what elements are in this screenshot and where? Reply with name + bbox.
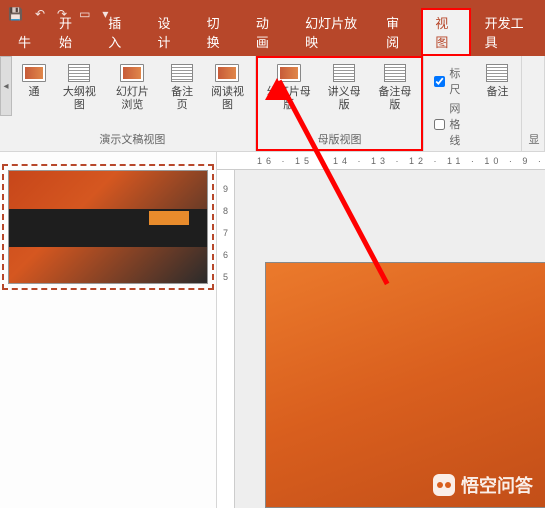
thumbnail-pane[interactable] (0, 152, 217, 508)
tab-animations[interactable]: 动画 (242, 8, 291, 56)
tab-developer[interactable]: 开发工具 (471, 8, 541, 56)
slide-master-icon (277, 64, 301, 82)
thumb-content-accent (149, 211, 189, 225)
group-show: 标尺 网格线 参考线 备注 显示 (424, 56, 522, 151)
tab-transitions[interactable]: 切换 (193, 8, 242, 56)
handout-master-icon (333, 64, 355, 82)
tab-view[interactable]: 视图 (421, 8, 470, 56)
collapse-pane-handle[interactable]: ◂ (0, 56, 12, 116)
watermark: 悟空问答 (433, 472, 533, 498)
ruler-checkbox[interactable]: 标尺 (430, 64, 473, 98)
slide-master-button[interactable]: 幻灯片母版 (262, 60, 316, 114)
notes-master-icon (384, 64, 406, 82)
outline-view-icon (68, 64, 90, 82)
workspace: 16 · 15 · 14 · 13 · 12 · 11 · 10 · 9 · 8… (0, 152, 545, 508)
tab-design[interactable]: 设计 (143, 8, 192, 56)
ribbon-tabs: 牛 开始 插入 设计 切换 动画 幻灯片放映 审阅 视图 开发工具 (0, 28, 545, 56)
watermark-logo-icon (433, 474, 455, 496)
notes-master-button[interactable]: 备注母版 (373, 60, 418, 114)
notes-toggle-icon (486, 64, 508, 82)
group-master-views: 幻灯片母版 讲义母版 备注母版 母版视图 (256, 56, 425, 151)
ribbon: ◂ 通 大纲视图 幻灯片浏览 备注页 阅读视图 演示文稿 (0, 56, 545, 152)
undo-icon[interactable]: ↶ (35, 7, 45, 21)
notes-toggle-button[interactable]: 备注 (479, 60, 515, 101)
group-zoom-partial: 显 (522, 56, 545, 151)
qat-more-icon[interactable]: ▾ (102, 7, 108, 21)
tab-file[interactable]: 牛 (4, 27, 45, 56)
tab-slideshow[interactable]: 幻灯片放映 (291, 8, 372, 56)
tab-review[interactable]: 审阅 (372, 8, 421, 56)
slideshow-start-icon[interactable]: ▭ (79, 7, 90, 21)
notes-page-button[interactable]: 备注页 (164, 60, 200, 114)
vertical-ruler[interactable]: 9 8 7 6 5 (217, 170, 235, 508)
slide-edit-pane: 16 · 15 · 14 · 13 · 12 · 11 · 10 · 9 · 8… (217, 152, 545, 508)
save-icon[interactable]: 💾 (8, 7, 23, 21)
reading-view-icon (215, 64, 239, 82)
handout-master-button[interactable]: 讲义母版 (322, 60, 367, 114)
slide-thumbnail-1[interactable] (8, 170, 208, 284)
group-label-presentation-views: 演示文稿视图 (16, 129, 249, 149)
sorter-icon (120, 64, 144, 82)
reading-view-button[interactable]: 阅读视图 (206, 60, 249, 114)
normal-view-button[interactable]: 通 (16, 60, 52, 101)
gridlines-checkbox[interactable]: 网格线 (430, 99, 473, 149)
group-label-master-views: 母版视图 (262, 129, 418, 149)
group-presentation-views: 通 大纲视图 幻灯片浏览 备注页 阅读视图 演示文稿视图 (0, 56, 256, 151)
horizontal-ruler[interactable]: 16 · 15 · 14 · 13 · 12 · 11 · 10 · 9 · 8 (217, 152, 545, 170)
notes-page-icon (171, 64, 193, 82)
slide-sorter-button[interactable]: 幻灯片浏览 (107, 60, 158, 114)
outline-view-button[interactable]: 大纲视图 (58, 60, 101, 114)
normal-view-icon (22, 64, 46, 82)
redo-icon[interactable]: ↷ (57, 7, 67, 21)
watermark-text: 悟空问答 (461, 472, 533, 498)
